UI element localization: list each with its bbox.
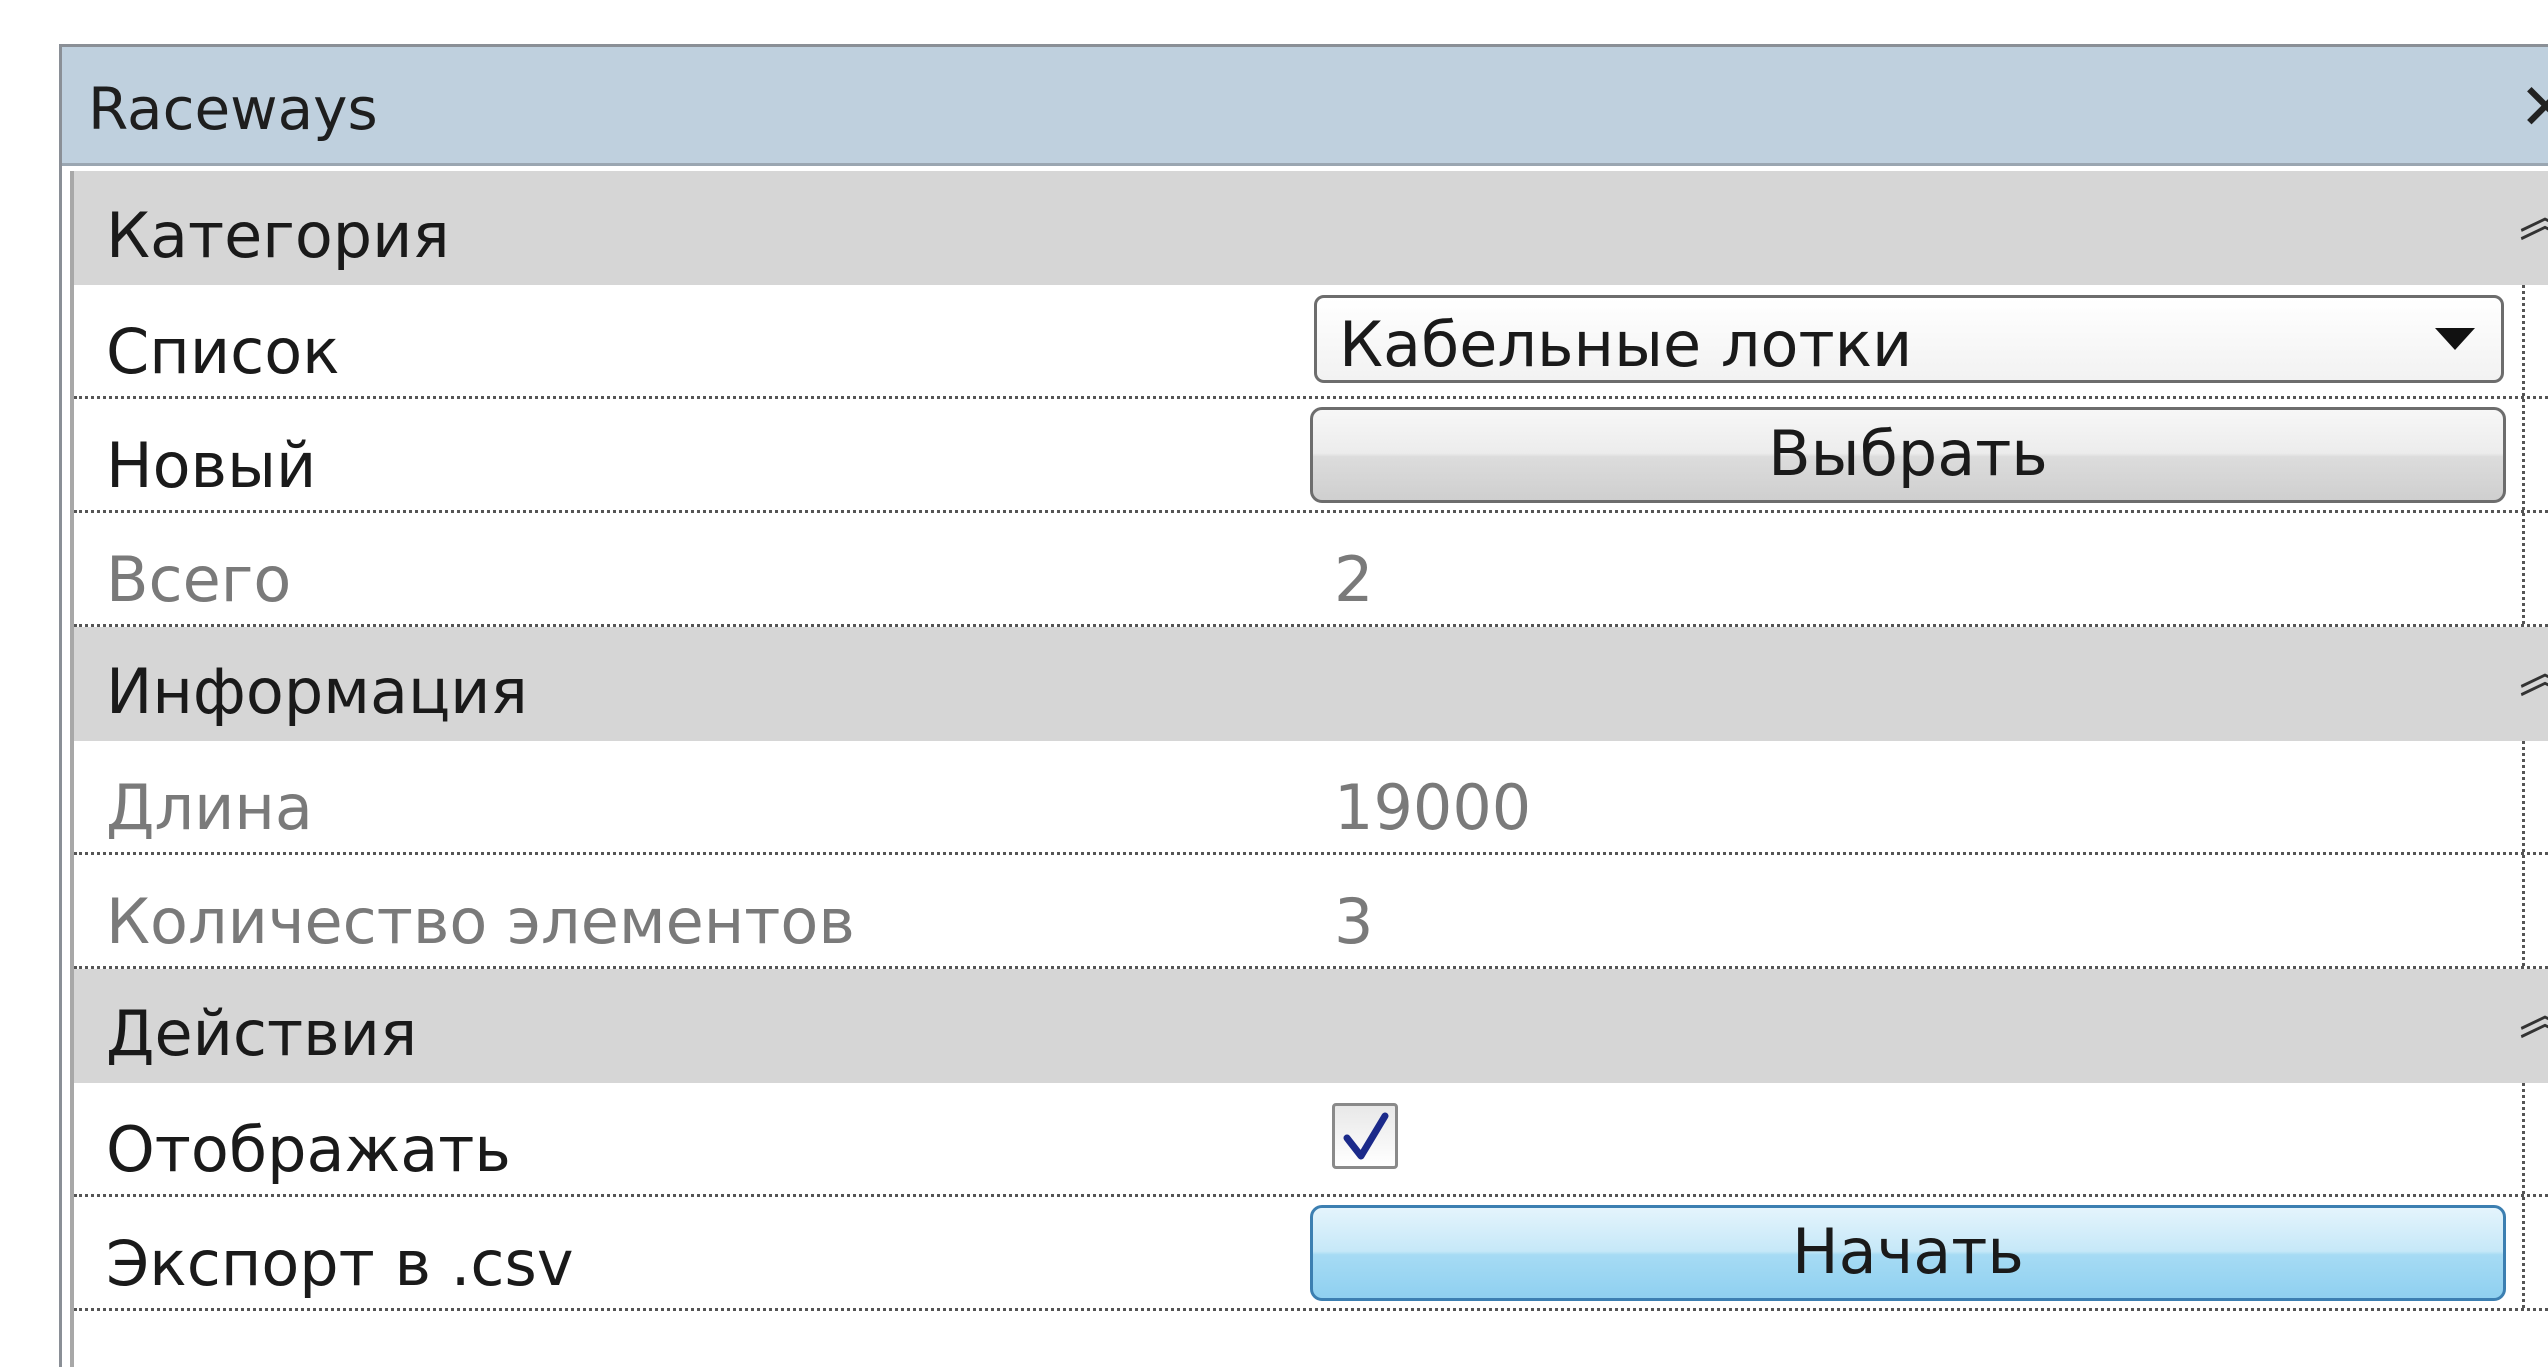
row-new-label: Новый — [106, 429, 317, 502]
property-grid: Категория ︽ Список Кабельные лотки Новый… — [70, 171, 2548, 1367]
list-dropdown-value: Кабельные лотки — [1339, 308, 1913, 381]
section-category[interactable]: Категория ︽ — [74, 171, 2548, 285]
collapse-icon[interactable]: ︽ — [2519, 649, 2548, 701]
display-checkbox[interactable] — [1332, 1103, 1398, 1169]
row-length-label: Длина — [106, 771, 313, 844]
row-count-label: Количество элементов — [106, 885, 855, 958]
row-length-value: 19000 — [1334, 771, 1532, 844]
row-total-value: 2 — [1334, 543, 1374, 616]
row-count-value: 3 — [1334, 885, 1374, 958]
section-actions-label: Действия — [106, 997, 418, 1070]
row-display: Отображать — [74, 1083, 2548, 1197]
column-divider — [2522, 285, 2525, 396]
checkmark-icon — [1343, 1112, 1389, 1160]
start-export-button[interactable]: Начать — [1310, 1205, 2506, 1301]
row-export-label: Экспорт в .csv — [106, 1227, 574, 1300]
column-divider — [2522, 399, 2525, 510]
column-divider — [2522, 513, 2525, 624]
chevron-down-icon[interactable] — [2435, 328, 2475, 350]
row-list-label: Список — [106, 315, 340, 388]
close-icon[interactable]: ✕ — [2519, 71, 2548, 145]
row-list: Список Кабельные лотки — [74, 285, 2548, 399]
row-count: Количество элементов 3 — [74, 855, 2548, 969]
column-divider — [2522, 1197, 2525, 1308]
raceways-panel: Raceways ✕ Категория ︽ Список Кабельные … — [59, 44, 2548, 1367]
collapse-icon[interactable]: ︽ — [2519, 991, 2548, 1043]
collapse-icon[interactable]: ︽ — [2519, 193, 2548, 245]
row-export: Экспорт в .csv Начать — [74, 1197, 2548, 1311]
panel-title: Raceways — [88, 75, 378, 143]
select-button[interactable]: Выбрать — [1310, 407, 2506, 503]
list-dropdown[interactable]: Кабельные лотки — [1314, 295, 2504, 383]
section-info[interactable]: Информация ︽ — [74, 627, 2548, 741]
column-divider — [2522, 741, 2525, 852]
section-info-label: Информация — [106, 655, 528, 728]
column-divider — [2522, 1083, 2525, 1194]
section-actions[interactable]: Действия ︽ — [74, 969, 2548, 1083]
row-length: Длина 19000 — [74, 741, 2548, 855]
panel-titlebar: Raceways ✕ — [62, 47, 2548, 166]
section-category-label: Категория — [106, 199, 450, 272]
column-divider — [2522, 855, 2525, 966]
row-total: Всего 2 — [74, 513, 2548, 627]
row-total-label: Всего — [106, 543, 292, 616]
row-new: Новый Выбрать — [74, 399, 2548, 513]
row-display-label: Отображать — [106, 1113, 511, 1186]
